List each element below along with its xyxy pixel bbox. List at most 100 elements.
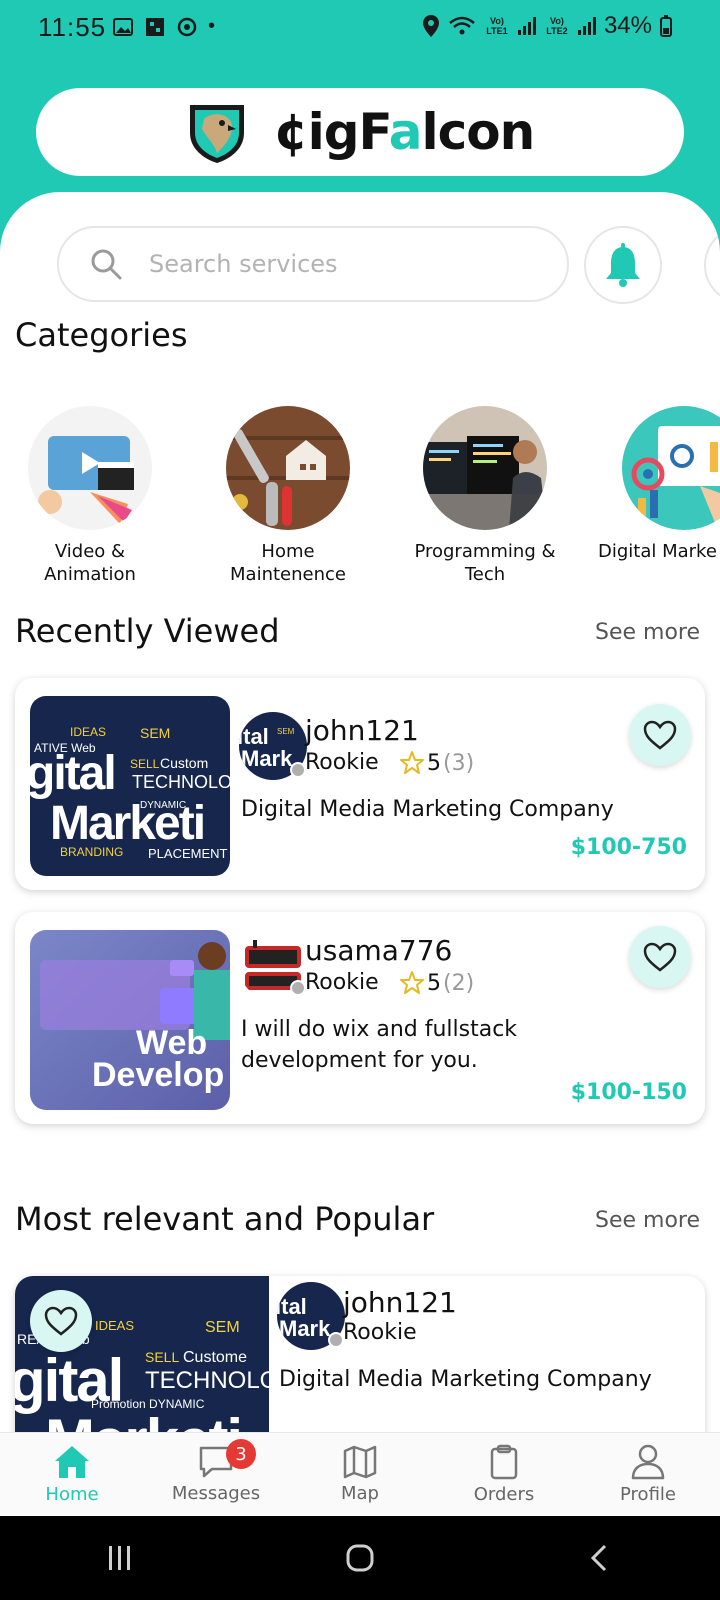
thumb-word-2: Marketi	[45, 1406, 243, 1432]
logo-wordmark: ¢igFalcon	[273, 103, 535, 161]
rating-value: 5	[427, 970, 441, 996]
app-notification-icon	[146, 17, 164, 36]
popular-heading: Most relevant and Popular	[15, 1200, 435, 1238]
favorite-button[interactable]	[30, 1290, 92, 1352]
app-logo: ¢igFalcon	[36, 88, 684, 176]
seller-username[interactable]: john121	[305, 714, 419, 747]
category-image	[622, 406, 720, 530]
system-navigation-bar	[0, 1516, 720, 1600]
nav-label: Messages	[171, 1483, 261, 1504]
category-digital-marketing[interactable]: Digital Marke	[598, 406, 720, 563]
popular-see-more-link[interactable]: See more	[595, 1208, 700, 1233]
back-icon[interactable]	[585, 1543, 615, 1573]
nav-label: Orders	[473, 1484, 535, 1505]
gig-card[interactable]: IDEASSEMATIVE WebSELLCustomTECHNOLOGDYNA…	[15, 678, 705, 890]
seller-username[interactable]: usama776	[305, 934, 452, 967]
nav-home[interactable]: Home	[0, 1433, 144, 1516]
gig-price: $100-750	[570, 835, 687, 860]
svg-text:Mark: Mark	[241, 746, 293, 771]
svg-text:Mark: Mark	[279, 1316, 331, 1341]
nav-profile[interactable]: Profile	[576, 1433, 720, 1516]
nav-label: Map	[341, 1483, 379, 1504]
clipboard-icon	[490, 1444, 518, 1480]
nav-label: Profile	[620, 1484, 676, 1505]
user-icon	[631, 1444, 665, 1480]
gig-price: $100-150	[570, 1080, 687, 1105]
gallery-icon	[113, 17, 133, 36]
star-icon	[400, 751, 424, 774]
online-status-dot	[290, 980, 306, 996]
rating-value: 5	[427, 750, 441, 776]
svg-text:SELL: SELL	[130, 757, 160, 771]
category-home-maintenance[interactable]: Home Maintenence	[203, 406, 373, 586]
map-icon	[343, 1445, 377, 1479]
thumb-word-2: Develop	[92, 1056, 225, 1094]
home-content[interactable]: Categories Video &Animation HomeMaintene…	[0, 192, 720, 1432]
system-status: Vo) LTE1 Vo) LTE2 34%	[422, 12, 672, 40]
category-label-line2: Maintenence	[230, 564, 346, 585]
bottom-navigation: Home Messages 3 Map Orders Profile	[0, 1432, 720, 1516]
thumb-word-2: Marketi	[50, 797, 206, 850]
svg-text:TECHNOLOG: TECHNOLOG	[132, 772, 230, 792]
category-programming-tech[interactable]: Programming & Tech	[400, 406, 570, 586]
sim2-signal-icon	[577, 17, 596, 35]
heart-icon	[643, 720, 677, 750]
notification-icons: •	[112, 15, 215, 38]
seller-level: Rookie	[305, 970, 379, 995]
review-count: (2)	[443, 970, 475, 996]
category-label-line1: Home	[261, 541, 315, 562]
more-notifications-dot: •	[208, 15, 216, 37]
category-image	[28, 406, 152, 530]
nav-orders[interactable]: Orders	[432, 1433, 576, 1516]
nav-label: Home	[45, 1484, 99, 1505]
svg-text:Custom: Custom	[160, 755, 208, 771]
svg-text:SEM: SEM	[277, 727, 295, 736]
recently-viewed-heading: Recently Viewed	[15, 612, 280, 650]
online-status-dot	[290, 762, 306, 778]
heart-icon	[643, 942, 677, 972]
gig-title[interactable]: I will do wix and fullstack development f…	[241, 1014, 517, 1076]
unread-badge: 3	[226, 1439, 256, 1469]
gig-thumbnail: Web Develop	[30, 930, 230, 1110]
search-bar[interactable]	[57, 226, 569, 302]
nav-messages[interactable]: Messages 3	[144, 1433, 288, 1516]
favorite-button[interactable]	[629, 926, 691, 988]
home-button-icon[interactable]	[345, 1543, 375, 1573]
sync-icon	[177, 17, 197, 36]
thumb-word-1: gital	[30, 747, 117, 800]
wifi-icon	[449, 16, 475, 35]
category-video-animation[interactable]: Video & Animation	[5, 406, 175, 586]
seller-username[interactable]: john121	[343, 1286, 457, 1319]
falcon-logo-icon	[189, 105, 244, 163]
category-label-line1: Digital Marke	[598, 541, 717, 562]
status-time: 11:55	[38, 12, 107, 42]
gig-thumbnail: IDEASSEMATIVE WebSELLCustomTECHNOLOGDYNA…	[30, 696, 230, 876]
seller-rating: 5 (2)	[399, 970, 474, 996]
svg-text:TECHNOLOG: TECHNOLOG	[145, 1367, 269, 1394]
svg-text:SEM: SEM	[205, 1319, 240, 1336]
profile-shortcut-button[interactable]	[704, 226, 720, 304]
recently-viewed-see-more-link[interactable]: See more	[595, 620, 700, 645]
search-input[interactable]	[149, 250, 509, 278]
svg-text:SEM: SEM	[140, 725, 170, 741]
location-icon	[422, 15, 439, 37]
seller-rating: 5 (3)	[399, 750, 474, 776]
gig-title[interactable]: Digital Media Marketing Company	[279, 1364, 679, 1395]
battery-percent: 34%	[603, 12, 652, 39]
sim1-signal-icon	[517, 17, 536, 35]
category-label-line1: Video &	[54, 541, 126, 562]
category-label-line2: Animation	[44, 564, 136, 585]
category-label-line1: Programming &	[414, 541, 556, 562]
online-status-dot	[328, 1332, 344, 1348]
svg-text:IDEAS: IDEAS	[70, 725, 106, 739]
popular-gig-card[interactable]: IDEASSEMREATI WebSELLCustomeTECHNOLOGPro…	[15, 1276, 705, 1432]
heart-icon	[44, 1306, 78, 1336]
nav-map[interactable]: Map	[288, 1433, 432, 1516]
notifications-button[interactable]	[584, 226, 662, 304]
gig-card[interactable]: Web Develop usama776 Rookie 5 (2) I will…	[15, 912, 705, 1124]
favorite-button[interactable]	[629, 704, 691, 766]
recents-icon[interactable]	[105, 1544, 135, 1572]
seller-level: Rookie	[343, 1320, 417, 1345]
home-icon	[55, 1446, 89, 1478]
gig-title[interactable]: Digital Media Marketing Company	[241, 794, 614, 825]
